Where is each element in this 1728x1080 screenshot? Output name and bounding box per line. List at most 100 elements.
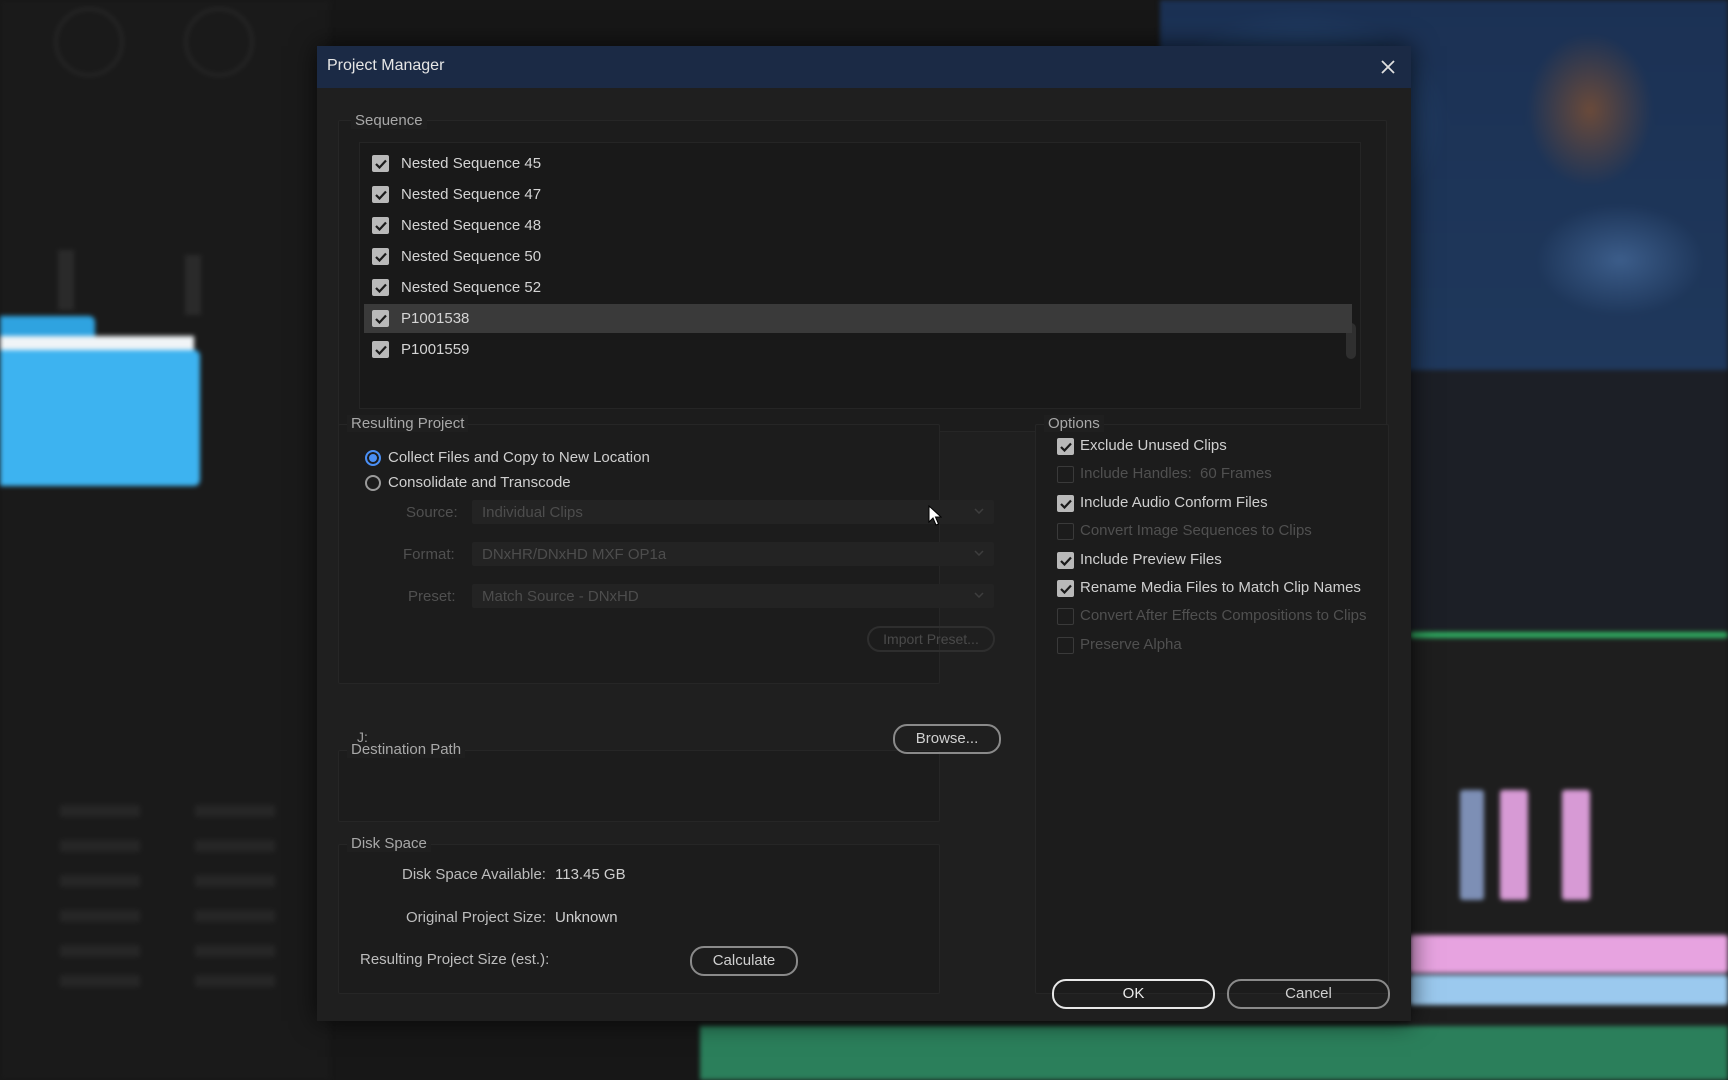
option-label[interactable]: Include Preview Files — [1080, 551, 1222, 568]
sequence-item-checkbox[interactable] — [372, 155, 389, 172]
background-row — [195, 910, 275, 922]
consolidate-transcode-label[interactable]: Consolidate and Transcode — [388, 474, 571, 491]
sequence-item-checkbox[interactable] — [372, 279, 389, 296]
background-row — [195, 875, 275, 887]
background-row — [195, 805, 275, 817]
option-label[interactable]: Include Handles: — [1080, 465, 1192, 482]
resulting-project-label: Resulting Project — [347, 415, 469, 432]
consolidate-transcode-radio[interactable] — [365, 475, 381, 491]
disk-space-available-value: 113.45 GB — [555, 866, 626, 883]
background-meter — [58, 250, 74, 310]
sequence-item-checkbox[interactable] — [372, 186, 389, 203]
collect-files-radio[interactable] — [365, 450, 381, 466]
cancel-button[interactable]: Cancel — [1227, 979, 1390, 1009]
chevron-down-icon — [974, 592, 984, 598]
option-label[interactable]: Convert After Effects Compositions to Cl… — [1080, 607, 1367, 624]
background-clip — [1460, 790, 1484, 900]
include-handles-frames[interactable]: 60 Frames — [1200, 465, 1272, 482]
dialog-titlebar: Project Manager — [317, 46, 1411, 88]
check-icon — [374, 159, 387, 169]
folder-icon — [0, 350, 200, 486]
option-checkbox[interactable] — [1057, 580, 1074, 597]
sequence-item-name: Nested Sequence 48 — [401, 217, 542, 234]
background-clip — [1562, 790, 1590, 900]
original-project-size-label: Original Project Size: — [406, 909, 547, 926]
sequence-item[interactable]: P1001559 — [364, 335, 1352, 364]
sequence-item-checkbox[interactable] — [372, 248, 389, 265]
import-preset-button[interactable]: Import Preset... — [867, 626, 995, 652]
option-checkbox[interactable] — [1057, 552, 1074, 569]
check-icon — [1059, 442, 1072, 452]
destination-path-value: J: — [357, 729, 368, 745]
background-row — [195, 945, 275, 957]
check-icon — [374, 190, 387, 200]
preset-value: Match Source - DNxHD — [482, 588, 639, 605]
check-icon — [1059, 584, 1072, 594]
sequence-item-name: Nested Sequence 50 — [401, 248, 542, 265]
background-row — [60, 875, 140, 887]
option-checkbox[interactable] — [1057, 466, 1074, 483]
option-label[interactable]: Exclude Unused Clips — [1080, 437, 1227, 454]
option-checkbox[interactable] — [1057, 608, 1074, 625]
option-checkbox[interactable] — [1057, 495, 1074, 512]
sequence-list[interactable]: Nested Sequence 45 Nested Sequence 47 Nest… — [359, 142, 1361, 409]
format-value: DNxHR/DNxHD MXF OP1a — [482, 546, 667, 563]
preset-label: Preset: — [408, 588, 456, 605]
sequence-item[interactable]: Nested Sequence 45 — [364, 149, 1352, 178]
chevron-down-icon — [974, 508, 984, 514]
background-knob — [185, 8, 253, 76]
sequence-item[interactable]: Nested Sequence 47 — [364, 180, 1352, 209]
sequence-item-checkbox[interactable] — [372, 310, 389, 327]
mouse-cursor-icon — [928, 505, 942, 526]
sequence-label: Sequence — [351, 112, 427, 129]
sequence-item-name: P1001538 — [401, 310, 470, 327]
background-timeline-bar — [1410, 632, 1728, 638]
source-value: Individual Clips — [482, 504, 583, 521]
sequence-item[interactable]: Nested Sequence 48 — [364, 211, 1352, 240]
format-select[interactable]: DNxHR/DNxHD MXF OP1a — [472, 542, 994, 566]
check-icon — [374, 252, 387, 262]
sequence-item[interactable]: Nested Sequence 50 — [364, 242, 1352, 271]
calculate-button[interactable]: Calculate — [690, 946, 798, 976]
option-label[interactable]: Rename Media Files to Match Clip Names — [1080, 579, 1361, 596]
option-label[interactable]: Convert Image Sequences to Clips — [1080, 522, 1312, 539]
option-label[interactable]: Preserve Alpha — [1080, 636, 1182, 653]
dialog-title: Project Manager — [327, 57, 445, 74]
check-icon — [1059, 499, 1072, 509]
format-label: Format: — [403, 546, 455, 563]
option-checkbox[interactable] — [1057, 523, 1074, 540]
background-knob — [55, 8, 123, 76]
preset-select[interactable]: Match Source - DNxHD — [472, 584, 994, 608]
option-checkbox[interactable] — [1057, 438, 1074, 455]
background-row — [195, 975, 275, 987]
options-label: Options — [1044, 415, 1104, 432]
collect-files-label[interactable]: Collect Files and Copy to New Location — [388, 449, 650, 466]
background-row — [60, 805, 140, 817]
sequence-item-name: Nested Sequence 47 — [401, 186, 542, 203]
sequence-item[interactable]: Nested Sequence 52 — [364, 273, 1352, 302]
close-icon — [1381, 60, 1395, 74]
resulting-project-size-label: Resulting Project Size (est.): — [360, 951, 550, 968]
option-checkbox[interactable] — [1057, 637, 1074, 654]
background-clip-track — [1410, 935, 1728, 973]
sequence-item-checkbox[interactable] — [372, 341, 389, 358]
background-row — [60, 945, 140, 957]
disk-space-label: Disk Space — [347, 835, 431, 852]
option-label[interactable]: Include Audio Conform Files — [1080, 494, 1268, 511]
sequence-item-name: P1001559 — [401, 341, 470, 358]
source-select[interactable]: Individual Clips — [472, 500, 994, 524]
background-meter — [185, 255, 201, 315]
original-project-size-value: Unknown — [555, 909, 618, 926]
sequence-item[interactable]: P1001538 — [364, 304, 1352, 333]
browse-button[interactable]: Browse... — [893, 724, 1001, 754]
source-label: Source: — [406, 504, 458, 521]
ok-button[interactable]: OK — [1052, 979, 1215, 1009]
sequence-item-name: Nested Sequence 45 — [401, 155, 542, 172]
chevron-down-icon — [974, 550, 984, 556]
check-icon — [1059, 556, 1072, 566]
sequence-item-checkbox[interactable] — [372, 217, 389, 234]
background-timeline-bottom — [700, 1026, 1728, 1080]
background-audio-mixer — [0, 0, 330, 1080]
disk-space-available-label: Disk Space Available: — [402, 866, 546, 883]
close-button[interactable] — [1373, 52, 1403, 82]
